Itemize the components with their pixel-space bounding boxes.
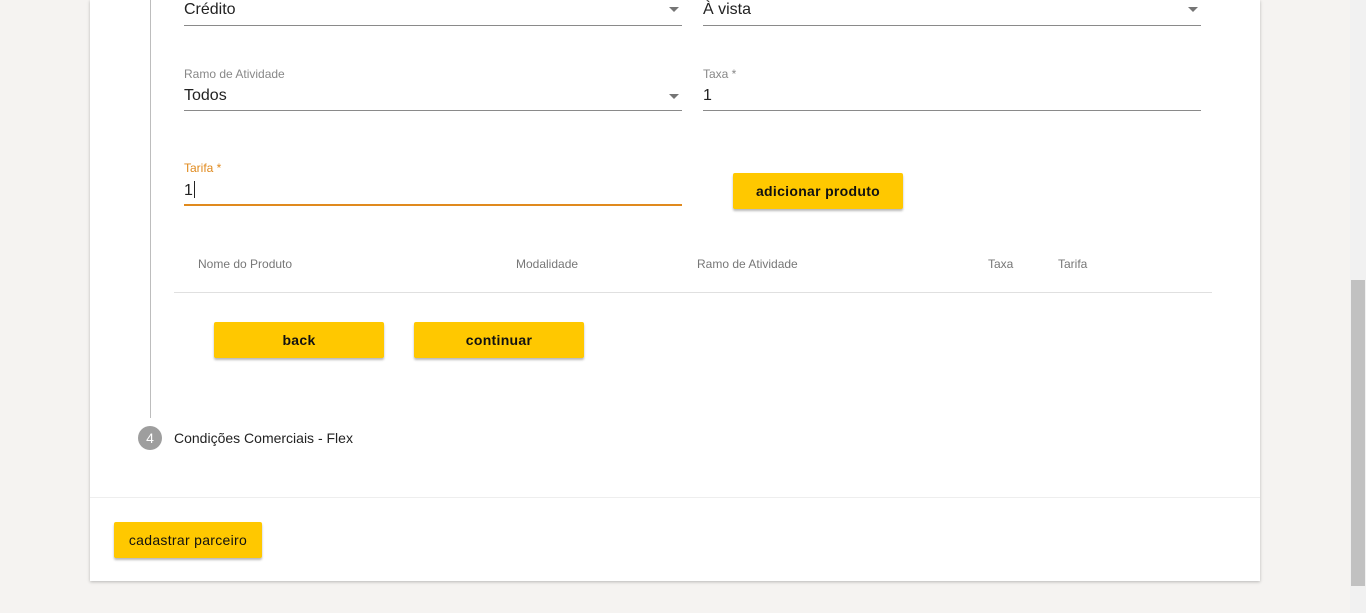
register-partner-button[interactable]: cadastrar parceiro [114, 522, 262, 558]
ramo-atividade-value: Todos [184, 87, 227, 104]
tarifa-value-wrap: 1 [184, 181, 195, 200]
caret-down-icon [1188, 7, 1198, 12]
column-header-ramo: Ramo de Atividade [697, 257, 798, 271]
ramo-atividade-underline [184, 110, 682, 111]
caret-down-icon [669, 94, 679, 99]
taxa-input[interactable]: Taxa * 1 [703, 67, 1201, 112]
ramo-atividade-label: Ramo de Atividade [184, 67, 285, 81]
text-cursor [193, 181, 195, 198]
modalidade-select-value: Crédito [184, 1, 236, 18]
modalidade-select-underline [184, 25, 682, 26]
card-footer-divider [90, 497, 1260, 498]
prazo-select[interactable]: À vista [703, 0, 1201, 26]
partner-form-card: Crédito À vista Ramo de Atividade Todos … [90, 0, 1260, 581]
tarifa-underline [184, 204, 682, 206]
tarifa-input[interactable]: Tarifa * 1 [184, 161, 682, 207]
taxa-label: Taxa * [703, 67, 737, 81]
column-header-nome: Nome do Produto [198, 257, 293, 271]
column-header-modalidade: Modalidade [516, 257, 579, 271]
stepper-connector-line [150, 0, 151, 418]
step-4-circle[interactable]: 4 [138, 426, 162, 450]
add-product-button[interactable]: adicionar produto [733, 173, 903, 209]
prazo-select-underline [703, 25, 1201, 26]
taxa-value: 1 [703, 87, 712, 104]
tarifa-label: Tarifa * [184, 161, 222, 175]
tarifa-value: 1 [184, 182, 193, 199]
ramo-atividade-select[interactable]: Ramo de Atividade Todos [184, 67, 682, 112]
taxa-underline [703, 110, 1201, 111]
step-4-label[interactable]: Condições Comerciais - Flex [174, 430, 353, 446]
column-header-tarifa: Tarifa [1058, 257, 1088, 271]
column-header-taxa: Taxa [988, 257, 1014, 271]
products-table-header: Nome do Produto Modalidade Ramo de Ativi… [174, 248, 1212, 293]
prazo-select-value: À vista [703, 1, 752, 18]
modalidade-select[interactable]: Crédito [184, 0, 682, 26]
caret-down-icon [669, 7, 679, 12]
page-scrollbar-thumb[interactable] [1351, 280, 1365, 586]
back-button[interactable]: back [214, 322, 384, 358]
continue-button[interactable]: continuar [414, 322, 584, 358]
